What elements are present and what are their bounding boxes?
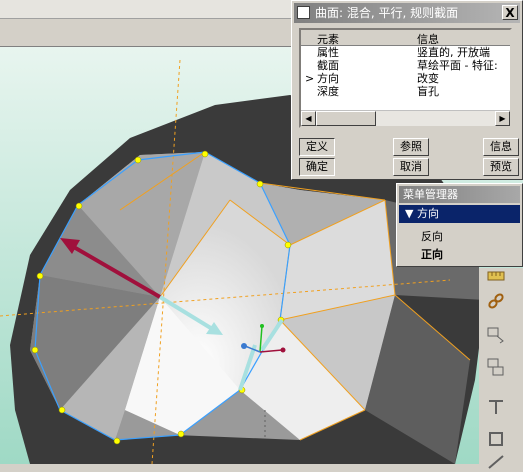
chain-icon[interactable]	[485, 290, 507, 312]
define-button[interactable]: 定义	[299, 138, 335, 156]
cancel-button[interactable]: 取消	[393, 158, 429, 176]
menu-manager: 菜单管理器 ▼ 方向 反向 正向	[396, 183, 523, 267]
row-element: 截面	[317, 59, 339, 72]
ruler-icon[interactable]	[485, 268, 507, 290]
refs-button[interactable]: 参照	[393, 138, 429, 156]
menu-selected-label: 方向	[416, 207, 439, 220]
preview-button[interactable]: 预览	[483, 158, 519, 176]
scroll-thumb[interactable]	[316, 111, 376, 126]
row-info: 竖直的, 开放端	[417, 46, 490, 59]
pattern-icon[interactable]	[485, 396, 507, 418]
column-header-element: 元素	[317, 33, 339, 46]
menu-selected-item[interactable]: ▼ 方向	[399, 205, 520, 223]
row-element: 深度	[317, 85, 339, 98]
row-info: 盲孔	[417, 85, 439, 98]
sketch-icon[interactable]	[485, 324, 507, 346]
row-element: 方向	[317, 72, 339, 85]
table-row[interactable]: 属性 竖直的, 开放端	[301, 46, 510, 59]
mirror-icon[interactable]	[485, 356, 507, 378]
table-header: 元素 信息	[301, 30, 510, 46]
info-button[interactable]: 信息	[483, 138, 519, 156]
row-info: 改变	[417, 72, 439, 85]
menu-item-okay[interactable]: 正向	[397, 246, 522, 264]
row-info: 草绘平面 - 特征:	[417, 59, 498, 72]
dialog-title: 曲面: 混合, 平行, 规则截面	[315, 6, 459, 20]
scroll-left-icon[interactable]: ◀	[301, 111, 316, 126]
row-marker: >	[305, 72, 315, 85]
scroll-right-icon[interactable]: ▶	[495, 111, 510, 126]
table-row[interactable]: > 方向 改变	[301, 72, 510, 85]
line-icon[interactable]	[485, 450, 507, 472]
chevron-down-icon: ▼	[405, 207, 414, 220]
row-element: 属性	[317, 46, 339, 59]
menu-item-flip[interactable]: 反向	[397, 228, 522, 246]
table-row[interactable]: 深度 盲孔	[301, 85, 510, 98]
element-table: 元素 信息 属性 竖直的, 开放端 截面 草绘平面 - 特征: > 方向 改变 …	[299, 28, 512, 128]
column-header-info: 信息	[417, 33, 439, 46]
square-icon[interactable]	[485, 428, 507, 450]
menu-manager-title: 菜单管理器	[399, 186, 520, 203]
horizontal-scrollbar[interactable]: ◀ ▶	[301, 110, 510, 126]
dialog-titlebar[interactable]: 曲面: 混合, 平行, 规则截面 X	[294, 3, 520, 23]
ok-button[interactable]: 确定	[299, 158, 335, 176]
table-row[interactable]: 截面 草绘平面 - 特征:	[301, 59, 510, 72]
right-toolstrip	[479, 268, 523, 469]
feature-dialog: 曲面: 混合, 平行, 规则截面 X 元素 信息 属性 竖直的, 开放端 截面 …	[291, 0, 523, 180]
window-icon	[297, 6, 310, 19]
close-button[interactable]: X	[502, 5, 518, 20]
